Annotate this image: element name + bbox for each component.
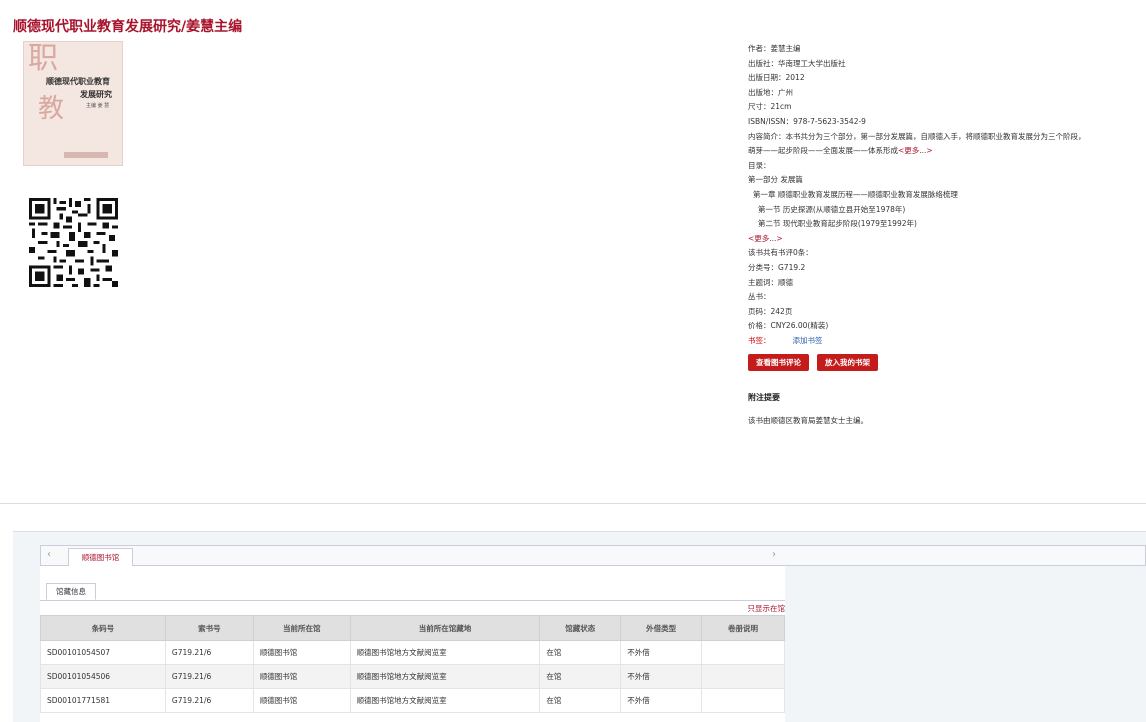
subtab-underline [40, 600, 785, 601]
cell-library: 顺德图书馆 [252, 640, 351, 665]
page-title: 顺德现代职业教育发展研究/姜慧主编 [13, 19, 243, 35]
info-pages: 页码：242页 [748, 306, 793, 316]
tags-label: 书签： [748, 335, 771, 345]
info-summary-cont: 萌芽——起步阶段——全面发展——体系形成<更多...> [748, 144, 1128, 159]
cell-call-no: G719.21/6 [164, 664, 254, 689]
cell-volume [701, 640, 785, 665]
book-cover-image: 职 教 顺德现代职业教育 发展研究 主编 姜 慧 [23, 41, 123, 166]
action-buttons: 查看图书评论 放入我的书架 [748, 354, 878, 371]
note-text: 该书由顺德区教育局姜慧女士主编。 [748, 416, 868, 425]
cell-location: 顺德图书馆地方文献阅览室 [349, 664, 541, 689]
column-header: 当前所在馆 [252, 615, 351, 641]
cover-publisher-logo [64, 152, 108, 158]
add-to-shelf-button[interactable]: 放入我的书架 [817, 354, 878, 371]
info-size: 尺寸：21cm [748, 102, 792, 112]
section-divider [0, 503, 1146, 504]
toc-more-link[interactable]: <更多...> [748, 232, 1128, 247]
table-header-row: 条码号 索书号 当前所在馆 当前所在馆藏地 馆藏状态 外借类型 卷册说明 [40, 615, 785, 641]
column-header: 当前所在馆藏地 [349, 615, 541, 641]
summary-text: 萌芽——起步阶段——全面发展——体系形成 [748, 146, 898, 156]
info-summary: 内容简介：本书共分为三个部分，第一部分发展篇，自顺德入手，将顺德职业教育发展分为… [748, 131, 1086, 141]
tab-holdings-info[interactable]: 馆藏信息 [46, 583, 96, 600]
cell-loan-type: 不外借 [620, 640, 703, 665]
toc-item: 第二节 现代职业教育起步阶段(1979至1992年) [758, 219, 917, 229]
table-row: SD00101771581 G719.21/6 顺德图书馆 顺德图书馆地方文献阅… [40, 688, 785, 713]
table-row: SD00101054507 G719.21/6 顺德图书馆 顺德图书馆地方文献阅… [40, 640, 785, 665]
holdings-table: 条码号 索书号 当前所在馆 当前所在馆藏地 馆藏状态 外借类型 卷册说明 SD0… [40, 615, 785, 713]
info-author: 作者：姜慧主编 [748, 44, 801, 53]
cell-library: 顺德图书馆 [252, 664, 351, 689]
tab-library[interactable]: 顺德图书馆 [68, 548, 133, 566]
view-reviews-button[interactable]: 查看图书评论 [748, 354, 809, 371]
cell-status: 在馆 [539, 664, 622, 689]
cell-call-no: G719.21/6 [164, 688, 254, 713]
info-pub-place: 出版地：广州 [748, 87, 793, 97]
cell-volume [701, 688, 785, 713]
only-in-library-link[interactable]: 只显示在馆 [748, 603, 786, 614]
cell-barcode: SD00101771581 [40, 688, 166, 713]
toc-label: 目录： [748, 160, 771, 170]
column-header: 外借类型 [620, 615, 703, 641]
library-tab-bar: ‹ › [40, 545, 1146, 566]
info-pub-date: 出版日期：2012 [748, 73, 805, 83]
cover-big-char: 教 [38, 94, 65, 124]
note-heading: 附注提要 [748, 393, 780, 402]
column-header: 索书号 [164, 615, 254, 641]
table-row: SD00101054506 G719.21/6 顺德图书馆 顺德图书馆地方文献阅… [40, 664, 785, 689]
cell-location: 顺德图书馆地方文献阅览室 [349, 640, 541, 665]
cover-editor: 主编 姜 慧 [86, 103, 110, 109]
info-review-count: 该书共有书评0条： [748, 248, 813, 258]
cover-big-char: 职 [28, 41, 58, 76]
cell-status: 在馆 [539, 640, 622, 665]
info-class-no: 分类号：G719.2 [748, 262, 806, 272]
cell-barcode: SD00101054506 [40, 664, 166, 689]
cell-loan-type: 不外借 [620, 664, 703, 689]
holdings-content: 馆藏信息 只显示在馆 条码号 索书号 当前所在馆 当前所在馆藏地 馆藏状态 外借… [40, 566, 785, 722]
scroll-left-icon[interactable]: ‹ [47, 549, 51, 560]
toc-item: 第一节 历史探源(从顺德立县开始至1978年) [758, 204, 906, 214]
cell-status: 在馆 [539, 688, 622, 713]
qr-code-image [29, 198, 118, 287]
column-header: 条码号 [40, 615, 166, 641]
column-header: 卷册说明 [701, 615, 785, 641]
toc-item: 第一部分 发展篇 [748, 175, 803, 185]
info-subject: 主题词：顺德 [748, 277, 793, 287]
cover-title: 顺德现代职业教育 [46, 76, 110, 86]
info-price: 价格：CNY26.00(精装) [748, 321, 829, 331]
scroll-right-icon[interactable]: › [772, 549, 776, 560]
info-publisher: 出版社：华南理工大学出版社 [748, 58, 846, 68]
cell-volume [701, 664, 785, 689]
cell-call-no: G719.21/6 [164, 640, 254, 665]
info-isbn: ISBN/ISSN：978-7-5623-3542-9 [748, 116, 866, 126]
info-tags: 书签： 添加书签 [748, 334, 1128, 349]
info-series: 丛书： [748, 292, 771, 302]
toc-item: 第一章 顺德职业教育发展历程——顺德职业教育发展脉络梳理 [753, 189, 958, 199]
book-info-panel: 作者：姜慧主编 出版社：华南理工大学出版社 出版日期：2012 出版地：广州 尺… [748, 42, 1128, 348]
cover-title: 发展研究 [80, 89, 112, 99]
cell-loan-type: 不外借 [620, 688, 703, 713]
cell-barcode: SD00101054507 [40, 640, 166, 665]
add-tag-link[interactable]: 添加书签 [793, 336, 823, 345]
cell-library: 顺德图书馆 [252, 688, 351, 713]
column-header: 馆藏状态 [539, 615, 622, 641]
cell-location: 顺德图书馆地方文献阅览室 [349, 688, 541, 713]
summary-more-link[interactable]: <更多...> [898, 146, 933, 155]
